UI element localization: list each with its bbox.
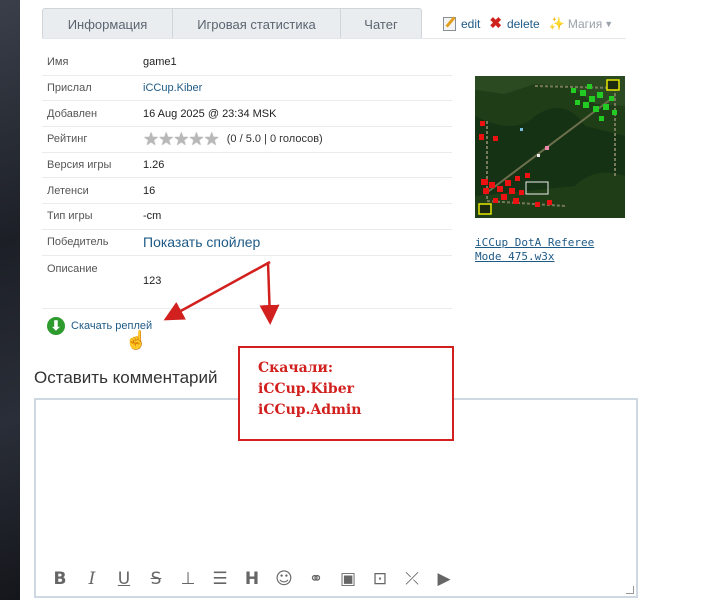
caret-down-icon: ▼ — [604, 19, 614, 29]
tab-info[interactable]: Информация — [42, 8, 173, 39]
annotation-user-2: iCCup.Admin — [258, 402, 362, 418]
info-row-sender: Прислал iCCup.Kiber — [42, 76, 452, 102]
download-arrow-icon: ⬇ — [47, 317, 65, 335]
sender-label: Прислал — [47, 82, 92, 95]
heading-icon[interactable]: H — [236, 569, 268, 589]
text-height-icon[interactable]: ⊥ — [172, 569, 204, 589]
added-label: Добавлен — [47, 107, 98, 120]
star-2-icon[interactable]: ★ — [158, 130, 174, 148]
star-4-icon[interactable]: ★ — [188, 130, 204, 148]
underline-icon[interactable]: U — [108, 569, 140, 589]
info-row-game-type: Тип игры -cm — [42, 204, 452, 230]
map-file-link[interactable]: iCCup DotA Referee Mode 475.w3x — [475, 236, 625, 264]
page-background-edge — [0, 0, 20, 600]
downloaded-by-annotation: Скачали: iCCup.Kiber iCCup.Admin — [238, 346, 454, 441]
info-row-added: Добавлен 16 Aug 2025 @ 23:34 MSK — [42, 101, 452, 128]
show-spoiler-link[interactable]: Показать спойлер — [143, 234, 260, 250]
magic-wand-icon: ✨ — [548, 16, 565, 31]
rating-stars: ★ ★ ★ ★ ★ — [143, 130, 220, 148]
replay-actions: edit ✖ delete ✨ Магия ▼ — [443, 14, 613, 34]
info-row-winner: Победитель Показать спойлер — [42, 230, 452, 256]
rating-label: Рейтинг — [47, 133, 88, 146]
link-icon[interactable]: ⚭ — [300, 569, 332, 589]
resize-handle-icon[interactable] — [626, 586, 634, 594]
compress-icon[interactable]: ⤫ — [396, 569, 428, 589]
annotation-user-1: iCCup.Kiber — [258, 381, 355, 397]
star-5-icon[interactable]: ★ — [204, 130, 220, 148]
name-label: Имя — [47, 56, 69, 69]
minimap-image[interactable] — [475, 76, 625, 218]
annotation-title: Скачали: — [258, 360, 334, 376]
list-icon[interactable]: ☰ — [204, 569, 236, 589]
replay-info-table: Имя game1 Прислал iCCup.Kiber Добавлен 1… — [42, 50, 452, 309]
info-row-latency: Летенси 16 — [42, 178, 452, 205]
strikethrough-icon[interactable]: S — [140, 569, 172, 589]
game-type-label: Тип игры — [47, 210, 93, 223]
latency-value: 16 — [143, 184, 156, 197]
magic-dropdown[interactable]: ✨ Магия ▼ — [549, 16, 614, 32]
italic-icon[interactable]: I — [76, 569, 108, 589]
bold-icon[interactable]: B — [44, 569, 76, 589]
youtube-icon[interactable]: ▶ — [428, 569, 460, 589]
info-row-description: Описание 123 — [42, 256, 452, 309]
editor-toolbar: B I U S ⊥ ☰ H ☺ ⚭ ▣ ⊡ ⤫ ▶ — [36, 562, 636, 596]
comment-heading: Оставить комментарий — [34, 368, 218, 387]
tab-chat[interactable]: Чатег — [341, 8, 422, 39]
description-value: 123 — [143, 274, 162, 287]
tab-game-stats[interactable]: Игровая статистика — [173, 8, 341, 39]
smile-icon[interactable]: ☺ — [268, 569, 300, 589]
edit-icon — [443, 17, 456, 31]
edit-button[interactable]: edit — [443, 17, 480, 31]
rating-text: (0 / 5.0 | 0 голосов) — [226, 133, 323, 146]
latency-label: Летенси — [47, 184, 89, 197]
delete-label: delete — [506, 17, 540, 31]
star-1-icon[interactable]: ★ — [143, 130, 159, 148]
added-value: 16 Aug 2025 @ 23:34 MSK — [143, 107, 277, 120]
info-row-version: Версия игры 1.26 — [42, 153, 452, 179]
sender-link[interactable]: iCCup.Kiber — [143, 82, 202, 94]
minimap-graphic — [475, 76, 625, 218]
star-3-icon[interactable]: ★ — [173, 130, 189, 148]
info-row-name: Имя game1 — [42, 50, 452, 76]
image-icon[interactable]: ▣ — [332, 569, 364, 589]
version-label: Версия игры — [47, 159, 112, 172]
info-row-rating: Рейтинг ★ ★ ★ ★ ★ (0 / 5.0 | 0 голосов) — [42, 127, 452, 153]
game-type-value: -cm — [143, 210, 162, 223]
hand-cursor-icon: ☝ — [125, 330, 148, 350]
version-value: 1.26 — [143, 159, 165, 172]
winner-label: Победитель — [47, 236, 109, 249]
edit-label: edit — [461, 17, 481, 31]
magic-label: Магия — [567, 17, 603, 31]
header-divider — [42, 38, 626, 39]
delete-button[interactable]: ✖ delete — [489, 15, 540, 32]
name-value: game1 — [143, 56, 177, 69]
image-resize-icon[interactable]: ⊡ — [364, 569, 396, 589]
description-label: Описание — [47, 262, 98, 275]
delete-icon: ✖ — [489, 15, 502, 32]
tab-bar: Информация Игровая статистика Чатег — [42, 8, 422, 39]
